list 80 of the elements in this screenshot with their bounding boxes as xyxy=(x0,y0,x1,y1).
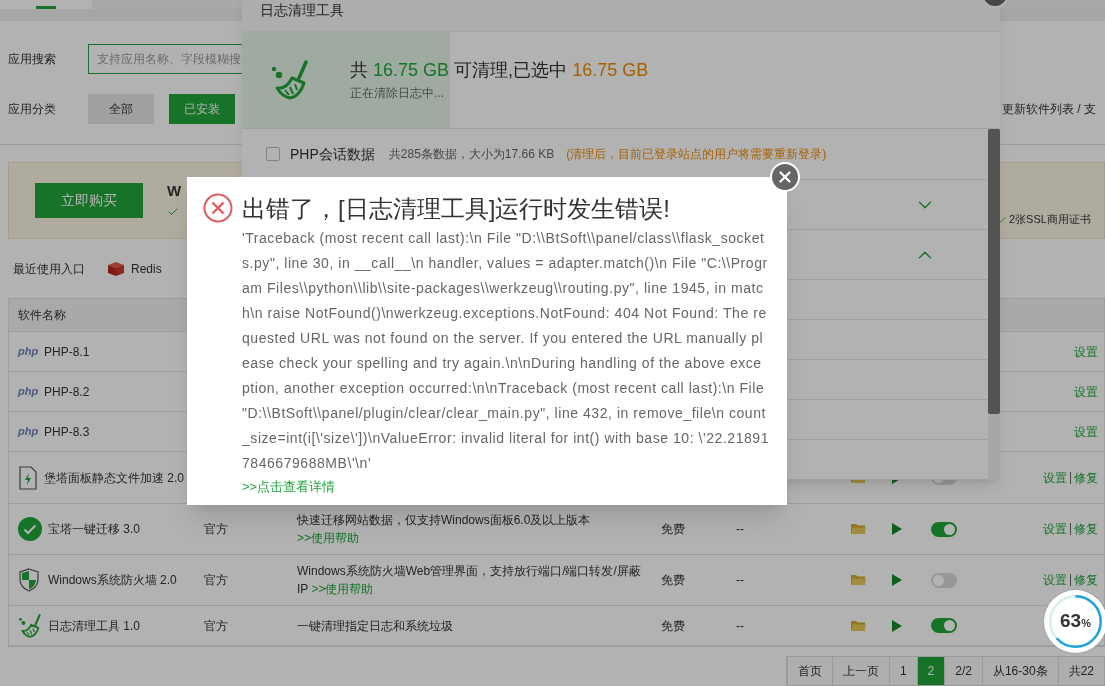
software-name: PHP-8.2 xyxy=(44,383,90,401)
close-icon xyxy=(776,168,794,186)
broom-icon xyxy=(270,59,310,100)
folder-icon[interactable] xyxy=(851,523,866,535)
check-circle-icon xyxy=(18,517,42,541)
play-icon[interactable] xyxy=(892,523,902,535)
dialog-title: 日志清理工具 xyxy=(260,0,344,20)
check-icon xyxy=(997,214,1007,225)
progress-reading: 63% xyxy=(1060,609,1091,634)
page-button[interactable]: 1 xyxy=(888,657,917,685)
broom-icon xyxy=(18,613,42,638)
description-text: 快速迁移网站数据，仅支持Windows面板6.0及以上版本 >>使用帮助 xyxy=(297,513,591,545)
page-button[interactable]: 从16-30条 xyxy=(981,657,1058,685)
help-link[interactable]: >>使用帮助 xyxy=(297,531,359,545)
developer-text: 官方 xyxy=(204,573,228,587)
action-link[interactable]: 设置 xyxy=(1074,422,1098,441)
action-link[interactable]: 设置 xyxy=(1043,571,1067,589)
cube-icon xyxy=(107,260,125,277)
category-label: 应用分类 xyxy=(8,100,57,118)
page-button[interactable]: 2 xyxy=(916,657,945,685)
software-name: 日志清理工具 1.0 xyxy=(48,617,140,635)
developer-text: 官方 xyxy=(204,618,228,633)
folder-icon[interactable] xyxy=(851,574,866,586)
play-icon[interactable] xyxy=(892,574,902,586)
page-button[interactable]: 上一页 xyxy=(831,657,889,685)
item-name: PHP会话数据 xyxy=(290,144,375,164)
description-text: 一键清理指定日志和系统垃圾 xyxy=(297,618,453,633)
software-name: 堡塔面板静态文件加速 2.0 xyxy=(44,469,184,487)
help-link[interactable]: >>使用帮助 xyxy=(311,582,374,596)
checkbox[interactable] xyxy=(266,147,280,161)
banner-title: W xyxy=(167,183,182,199)
software-name: Windows系统防火墙 2.0 xyxy=(48,572,177,589)
expiry-text: -- xyxy=(736,618,744,633)
software-name: 宝塔一键迁移 3.0 xyxy=(48,521,140,538)
description-text: Windows系统防火墙Web管理界面，支持放行端口/端口转发/屏蔽IP >>使用帮助 xyxy=(297,564,641,596)
action-link[interactable]: 修复 xyxy=(1074,571,1098,589)
page-button[interactable]: 共22 xyxy=(1057,657,1104,685)
play-icon[interactable] xyxy=(892,619,902,632)
feature-text: 2张SSL商用证书 xyxy=(1009,212,1091,228)
recent-entry[interactable]: Redis xyxy=(107,259,162,278)
recent-label: 最近使用入口 xyxy=(13,260,85,278)
action-link[interactable]: 设置 xyxy=(1043,468,1067,487)
toggle-switch[interactable] xyxy=(931,572,957,588)
action-link[interactable]: 修复 xyxy=(1074,520,1098,538)
scrollbar-thumb[interactable] xyxy=(988,129,1000,414)
details-link[interactable]: >>点击查看详情 xyxy=(242,476,336,498)
item-detail: 共285条数据，大小为17.66 KB xyxy=(388,146,555,163)
warning-text: (清理后，目前已登录站点的用户将需要重新登录) xyxy=(566,146,827,163)
php-logo: php xyxy=(18,424,40,440)
category-tab[interactable]: 全部 xyxy=(88,93,154,124)
column-header: 软件名称 xyxy=(18,307,66,324)
folder-icon[interactable] xyxy=(851,619,866,632)
price-text: 免费 xyxy=(661,573,685,587)
shield-icon xyxy=(18,568,40,592)
action-link[interactable]: 修复 xyxy=(1074,468,1098,487)
search-label: 应用搜索 xyxy=(8,50,57,68)
page-button[interactable]: 2/2 xyxy=(944,657,982,685)
expiry-text: -- xyxy=(736,573,744,587)
developer-text: 官方 xyxy=(204,522,228,536)
expiry-text: -- xyxy=(736,522,744,536)
toggle-switch[interactable] xyxy=(931,618,957,633)
error-icon xyxy=(203,193,233,223)
action-link[interactable]: 设置 xyxy=(1043,520,1067,538)
file-bolt-icon xyxy=(18,465,38,490)
buy-now-button[interactable]: 立即购买 xyxy=(35,183,143,219)
update-software-link[interactable]: 更新软件列表 / 支 xyxy=(1000,99,1105,118)
toggle-switch[interactable] xyxy=(931,521,957,537)
category-tab[interactable]: 已安装 xyxy=(169,93,235,124)
status-text: 正在清除日志中... xyxy=(350,85,445,103)
action-link[interactable]: 设置 xyxy=(1074,382,1098,401)
software-name: PHP-8.3 xyxy=(44,423,90,441)
price-text: 免费 xyxy=(661,522,685,536)
error-message: 'Traceback (most recent call last):\n File "D:\\BtSoft\\panel/class\\flask_sockets.py", line 30, in __call__\n handler, values = adapter.match()\n File "C:\\Program Files\\python\\lib\\site-packages\\werkzeug\\routing.py", line 1945, in match\n raise NotFound()\nwerkzeug.exceptions.NotFound: 404 Not Found: The requested URL was not found on the server. If you entered the URL manually please check your spelling and try again.\n\nDuring handling of the above exception, another exception occurred:\n\nTraceback (most recent call last):\n File "D:\\BtSoft\\panel/plugin/clear/clear_main.py", line 432, in remove_file\n count_size=int(i[\'size\'])\nValueError: invalid literal for int() with base 10: \'22.218917846679688MB\'\n' xyxy=(242,229,769,473)
error-title: 出错了，[日志清理工具]运行时发生错误! xyxy=(242,194,671,224)
php-logo: php xyxy=(18,344,40,360)
software-name: PHP-8.1 xyxy=(44,343,90,361)
page-button[interactable]: 首页 xyxy=(786,657,832,685)
php-logo: php xyxy=(18,384,40,400)
action-link[interactable]: 设置 xyxy=(1074,342,1098,361)
price-text: 免费 xyxy=(661,618,685,633)
